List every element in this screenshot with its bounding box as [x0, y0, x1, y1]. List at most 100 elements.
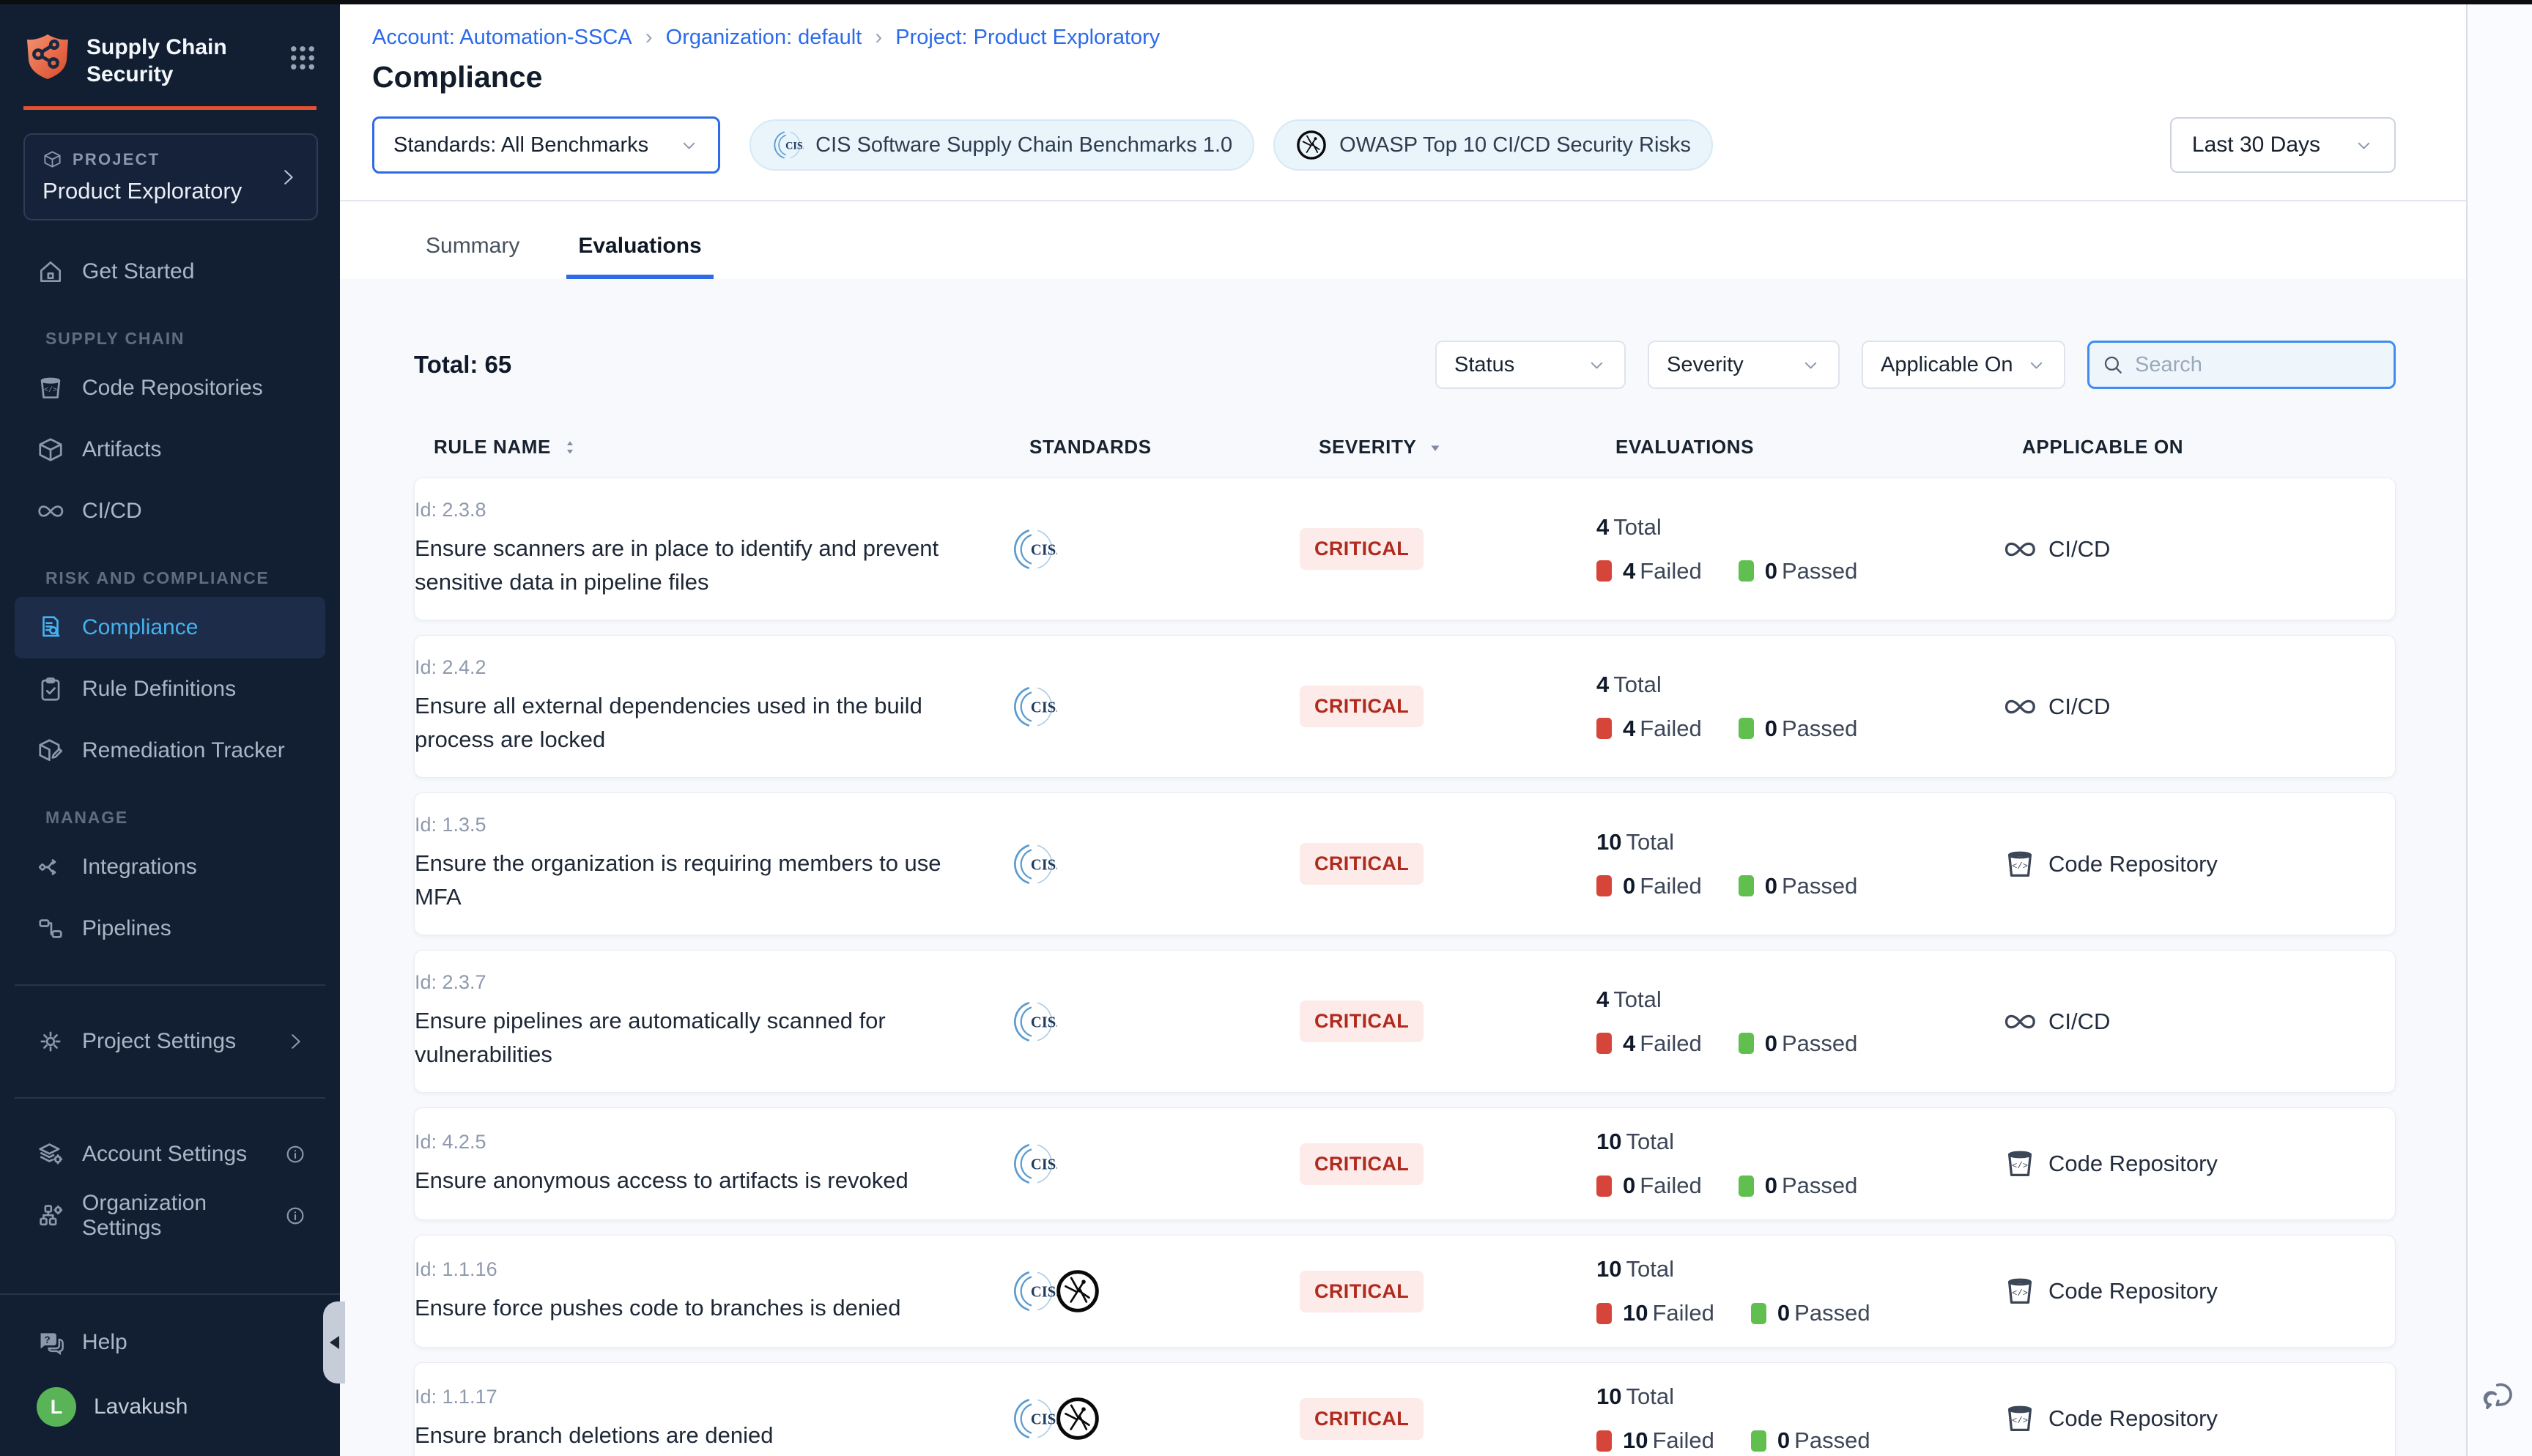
user-menu[interactable]: L Lavakush	[15, 1387, 325, 1427]
passed-swatch	[1739, 1033, 1754, 1054]
sidebar-item-label: Help	[82, 1330, 127, 1355]
passed-swatch	[1739, 718, 1754, 739]
passed-swatch	[1739, 875, 1754, 896]
breadcrumb-link[interactable]: Organization: default	[666, 26, 862, 50]
code-repo-icon: </>	[2003, 1402, 2037, 1435]
evaluations-cell: 10Total0Failed0Passed	[1596, 829, 2003, 899]
rule-id: Id: 1.3.5	[415, 814, 1010, 836]
sidebar-item-label: CI/CD	[82, 499, 142, 524]
applicable-on-cell: CI/CD	[2003, 532, 2395, 566]
severity-cell: CRITICAL	[1300, 1000, 1596, 1042]
status-filter-label: Status	[1454, 353, 1514, 377]
date-range-select[interactable]: Last 30 Days	[2170, 117, 2396, 173]
sort-down-icon[interactable]	[1426, 439, 1444, 456]
applicable-on-label: Code Repository	[2048, 851, 2218, 877]
cis-icon: CIS.	[1010, 841, 1057, 888]
sidebar-item-ci-cd[interactable]: CI/CD	[15, 480, 325, 542]
cis-icon: CIS.	[1010, 998, 1057, 1045]
severity-cell: CRITICAL	[1300, 528, 1596, 570]
standard-chip-owasp[interactable]: OWASP Top 10 CI/CD Security Risks	[1273, 119, 1713, 171]
sidebar-item-label: Integrations	[82, 855, 197, 880]
sidebar-item-get-started[interactable]: Get Started	[15, 241, 325, 302]
column-label: RULE NAME	[434, 436, 551, 458]
svg-text:CIS.: CIS.	[1031, 699, 1057, 716]
sidebar-item-label: Project Settings	[82, 1029, 236, 1054]
severity-filter[interactable]: Severity	[1648, 341, 1840, 389]
passed-swatch	[1751, 1430, 1766, 1452]
chat-question-icon: ?	[37, 1329, 64, 1356]
brand: Supply Chain Security	[0, 4, 340, 88]
applicable-on-label: Code Repository	[2048, 1278, 2218, 1304]
search-input[interactable]	[2133, 352, 2382, 378]
filter-row: Standards: All Benchmarks CIS.CIS Softwa…	[372, 116, 2396, 174]
chevron-down-icon	[1801, 355, 1821, 375]
applicable-on-cell: </>Code Repository	[2003, 1274, 2395, 1308]
table-row[interactable]: Id: 1.3.5 Ensure the organization is requ…	[414, 792, 2396, 935]
applicable-on-label: CI/CD	[2048, 694, 2110, 720]
rule-cell: Id: 2.3.8Ensure scanners are in place to…	[415, 499, 1010, 599]
column-label: EVALUATIONS	[1615, 436, 1754, 458]
standards-cell: CIS.	[1010, 998, 1300, 1045]
chevron-down-icon	[1587, 355, 1607, 375]
applicable-on-label: CI/CD	[2048, 1009, 2110, 1035]
severity-cell: CRITICAL	[1300, 686, 1596, 727]
tab-summary[interactable]: Summary	[421, 234, 524, 279]
cis-icon: CIS.	[1010, 1140, 1057, 1187]
chat-bubbles-icon[interactable]	[2481, 1377, 2519, 1415]
sort-both-icon[interactable]	[561, 439, 579, 456]
passed-swatch	[1751, 1303, 1766, 1324]
sidebar-item-compliance[interactable]: Compliance	[15, 597, 325, 658]
rule-name: Ensure the organization is requiring mem…	[415, 847, 960, 914]
passed-swatch	[1739, 560, 1754, 582]
failed-swatch	[1596, 718, 1612, 739]
applicable-on-filter[interactable]: Applicable On	[1862, 341, 2065, 389]
column-header-rule-name: RULE NAME	[434, 436, 1029, 458]
project-selector[interactable]: PROJECT Product Exploratory	[23, 133, 318, 220]
svg-text:?: ?	[44, 1334, 50, 1345]
applicable-on-label: CI/CD	[2048, 536, 2110, 562]
standards-select[interactable]: Standards: All Benchmarks	[372, 116, 720, 174]
sidebar-item-integrations[interactable]: Integrations	[15, 836, 325, 898]
sidebar-item-rule-definitions[interactable]: Rule Definitions	[15, 658, 325, 720]
code-repo-icon: </>	[37, 374, 64, 402]
sidebar-item-artifacts[interactable]: Artifacts	[15, 419, 325, 480]
sidebar-item-pipelines[interactable]: Pipelines	[15, 898, 325, 959]
table-row[interactable]: Id: 2.3.8Ensure scanners are in place to…	[414, 478, 2396, 620]
rule-name: Ensure branch deletions are denied	[415, 1419, 960, 1452]
sidebar-item-organization-settings[interactable]: Organization Settings	[15, 1185, 325, 1247]
rule-cell: Id: 1.1.16Ensure force pushes code to br…	[415, 1258, 1010, 1325]
applicable-on-label: Code Repository	[2048, 1405, 2218, 1432]
sidebar-nav: Get StartedSUPPLY CHAIN</>Code Repositor…	[0, 241, 340, 959]
evaluations-cell: 10Total0Failed0Passed	[1596, 1129, 2003, 1199]
sidebar-item-account-settings[interactable]: Account Settings	[15, 1123, 325, 1185]
column-header-evaluations: EVALUATIONS	[1615, 436, 2022, 458]
breadcrumb-link[interactable]: Account: Automation-SSCA	[372, 26, 632, 50]
breadcrumb-link[interactable]: Project: Product Exploratory	[895, 26, 1160, 50]
code-repo-icon: </>	[2003, 1147, 2037, 1181]
sidebar-item-code-repositories[interactable]: </>Code Repositories	[15, 357, 325, 419]
table-row[interactable]: Id: 2.3.7Ensure pipelines are automatica…	[414, 950, 2396, 1093]
table-row[interactable]: Id: 1.1.17Ensure branch deletions are de…	[414, 1362, 2396, 1456]
sidebar-item-remediation-tracker[interactable]: Remediation Tracker	[15, 720, 325, 781]
sidebar-collapse-handle[interactable]	[323, 1301, 345, 1383]
owasp-icon	[1054, 1395, 1101, 1442]
eval-failed: 10Failed	[1596, 1300, 1714, 1326]
sidebar-item-project-settings[interactable]: Project Settings	[15, 1011, 325, 1072]
standard-chip-cis[interactable]: CIS.CIS Software Supply Chain Benchmarks…	[749, 119, 1254, 171]
table-row[interactable]: Id: 2.4.2Ensure all external dependencie…	[414, 635, 2396, 778]
sidebar-item-help[interactable]: ? Help	[15, 1317, 325, 1368]
table-row[interactable]: Id: 4.2.5Ensure anonymous access to arti…	[414, 1107, 2396, 1220]
eval-passed: 0Passed	[1751, 1427, 1870, 1454]
rule-cell: Id: 4.2.5Ensure anonymous access to arti…	[415, 1131, 1010, 1197]
table-row[interactable]: Id: 1.1.16Ensure force pushes code to br…	[414, 1235, 2396, 1348]
cis-icon: CIS.	[1010, 683, 1057, 730]
pipeline-icon	[37, 915, 64, 943]
svg-text:CIS.: CIS.	[1031, 1412, 1057, 1428]
status-filter[interactable]: Status	[1435, 341, 1626, 389]
sidebar-footer: ? Help L Lavakush	[0, 1293, 340, 1456]
applicable-on-filter-label: Applicable On	[1881, 353, 2013, 377]
tab-evaluations[interactable]: Evaluations	[566, 234, 713, 279]
apps-grid-icon[interactable]	[287, 42, 318, 73]
eval-failed: 4Failed	[1596, 558, 1702, 584]
severity-filter-label: Severity	[1667, 353, 1744, 377]
